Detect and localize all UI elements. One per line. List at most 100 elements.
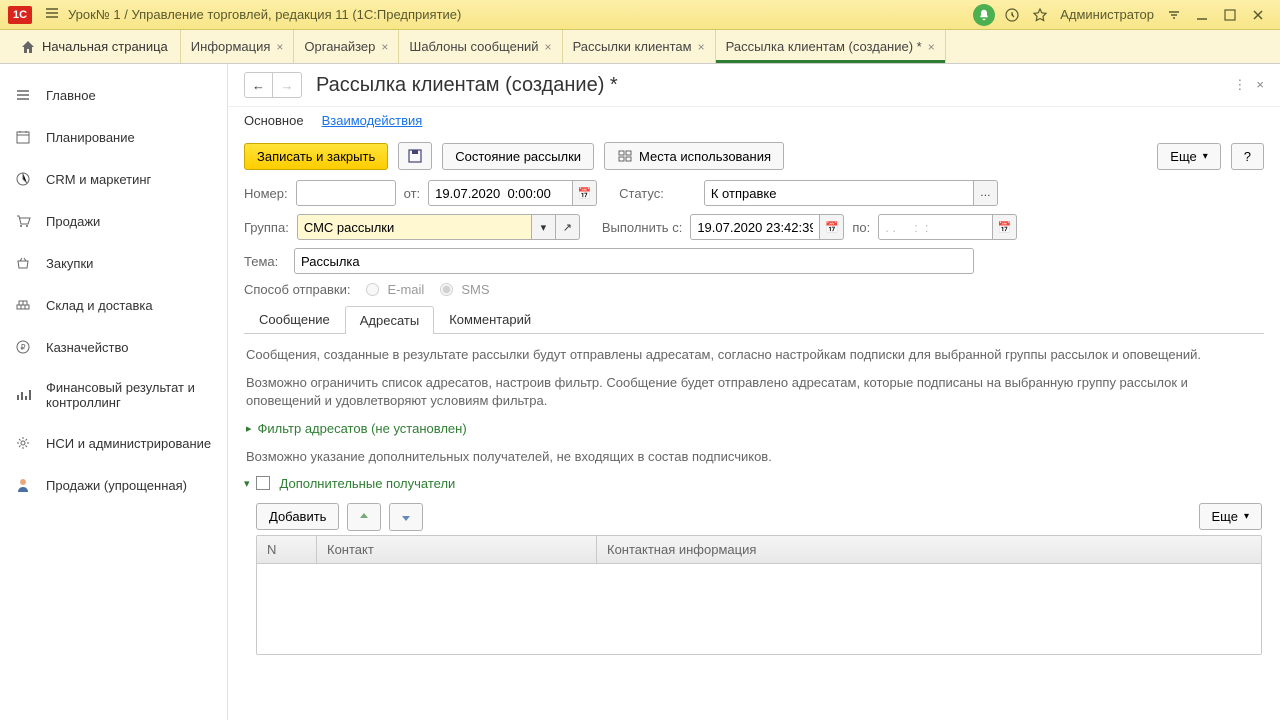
tab-comment[interactable]: Комментарий [434,305,546,333]
from-label: от: [404,186,421,201]
subnav-interactions[interactable]: Взаимодействия [322,113,423,128]
move-up-button[interactable] [347,503,381,531]
close-icon[interactable]: × [276,40,283,54]
send-method-label: Способ отправки: [244,282,350,297]
move-down-button[interactable] [389,503,423,531]
favorite-icon[interactable] [1028,3,1052,27]
filter-section-header[interactable]: Фильтр адресатов (не установлен) [246,421,1262,436]
from-date-input[interactable] [428,180,573,206]
recipients-toolbar: Добавить Еще [256,503,1262,531]
notification-icon[interactable] [972,3,996,27]
bar-icon [14,386,32,404]
sidebar-item-admin[interactable]: НСИ и администрирование [0,422,227,464]
tab-info[interactable]: Информация× [181,30,295,63]
save-close-button[interactable]: Записать и закрыть [244,143,388,170]
svg-text:₽: ₽ [20,343,25,352]
sidebar-item-planning[interactable]: Планирование [0,116,227,158]
calendar-icon[interactable]: 📅 [993,214,1017,240]
exec-from-input[interactable] [690,214,820,240]
minimize-icon[interactable] [1190,3,1214,27]
pie-icon [14,170,32,188]
sidebar-item-crm[interactable]: CRM и маркетинг [0,158,227,200]
save-button[interactable] [398,142,432,170]
email-radio [366,283,379,296]
close-icon[interactable]: × [928,40,935,54]
sms-radio-label: SMS [461,282,489,297]
tab-message[interactable]: Сообщение [244,305,345,333]
close-icon[interactable]: × [698,40,705,54]
tab-mailings[interactable]: Рассылки клиентам× [563,30,716,63]
toolbar: Записать и закрыть Состояние рассылки Ме… [228,138,1280,180]
group-input[interactable] [297,214,532,240]
tab-mailing-create[interactable]: Рассылка клиентам (создание) *× [716,30,946,63]
sidebar-item-label: Склад и доставка [46,298,153,313]
open-icon[interactable]: ↗ [556,214,580,240]
user-name[interactable]: Администратор [1060,7,1154,22]
close-icon[interactable] [1246,3,1270,27]
calendar-icon [14,128,32,146]
close-icon[interactable]: × [545,40,552,54]
sidebar-item-simple-sales[interactable]: Продажи (упрощенная) [0,464,227,506]
sms-radio [440,283,453,296]
close-page-icon[interactable]: × [1256,77,1264,93]
history-icon[interactable] [1000,3,1024,27]
forward-button[interactable]: → [273,73,301,97]
window-tabs: Начальная страница Информация× Органайзе… [0,30,1280,64]
menu-icon [14,86,32,104]
more-button[interactable]: Еще [1157,143,1220,170]
nav-buttons: ← → [244,72,302,98]
subnav-main[interactable]: Основное [244,113,304,128]
sidebar-item-label: Планирование [46,130,135,145]
ellipsis-icon[interactable]: … [974,180,998,206]
sidebar-item-sales[interactable]: Продажи [0,200,227,242]
settings-icon[interactable] [1162,3,1186,27]
sidebar-item-label: НСИ и администрирование [46,436,211,451]
tab-recipients[interactable]: Адресаты [345,306,434,334]
person-icon [14,476,32,494]
home-tab-label: Начальная страница [42,39,168,54]
to-label: по: [852,220,870,235]
inner-tabs: Сообщение Адресаты Комментарий [244,305,1264,334]
titlebar: 1C Урок№ 1 / Управление торговлей, редак… [0,0,1280,30]
col-info[interactable]: Контактная информация [597,536,1261,563]
main-area: ← → Рассылка клиентам (создание) * ⋮ × О… [228,64,1280,720]
close-icon[interactable]: × [381,40,388,54]
calendar-icon[interactable]: 📅 [820,214,844,240]
subject-input[interactable] [294,248,974,274]
cart-icon [14,212,32,230]
home-tab[interactable]: Начальная страница [8,30,181,63]
table-body[interactable] [257,564,1261,654]
chevron-down-icon[interactable]: ▾ [532,214,556,240]
checkbox-icon[interactable] [256,476,270,490]
help-button[interactable]: ? [1231,143,1264,170]
sidebar-item-treasury[interactable]: ₽ Казначейство [0,326,227,368]
to-date-input[interactable] [878,214,993,240]
sidebar-item-main[interactable]: Главное [0,74,227,116]
status-input[interactable] [704,180,974,206]
maximize-icon[interactable] [1218,3,1242,27]
col-contact[interactable]: Контакт [317,536,597,563]
back-button[interactable]: ← [245,73,273,97]
window-title: Урок№ 1 / Управление торговлей, редакция… [68,7,461,22]
number-input[interactable] [296,180,396,206]
tab-templates[interactable]: Шаблоны сообщений× [399,30,562,63]
hamburger-icon[interactable] [44,5,60,24]
sidebar-item-label: Главное [46,88,96,103]
calendar-icon[interactable]: 📅 [573,180,597,206]
col-n[interactable]: N [257,536,317,563]
coin-icon: ₽ [14,338,32,356]
sidebar-item-purchasing[interactable]: Закупки [0,242,227,284]
more-button-table[interactable]: Еще [1199,503,1262,530]
status-label: Статус: [619,186,664,201]
mailing-status-button[interactable]: Состояние рассылки [442,143,594,170]
sidebar-item-label: CRM и маркетинг [46,172,151,187]
extra-recipients-header[interactable]: Дополнительные получатели [244,476,1262,491]
add-button[interactable]: Добавить [256,503,339,530]
sidebar-item-finance[interactable]: Финансовый результат и контроллинг [0,368,227,422]
sidebar-item-warehouse[interactable]: Склад и доставка [0,284,227,326]
sidebar-item-label: Закупки [46,256,93,271]
tab-organizer[interactable]: Органайзер× [294,30,399,63]
exec-from-label: Выполнить с: [602,220,682,235]
usage-places-button[interactable]: Места использования [604,142,784,170]
kebab-icon[interactable]: ⋮ [1233,77,1246,93]
